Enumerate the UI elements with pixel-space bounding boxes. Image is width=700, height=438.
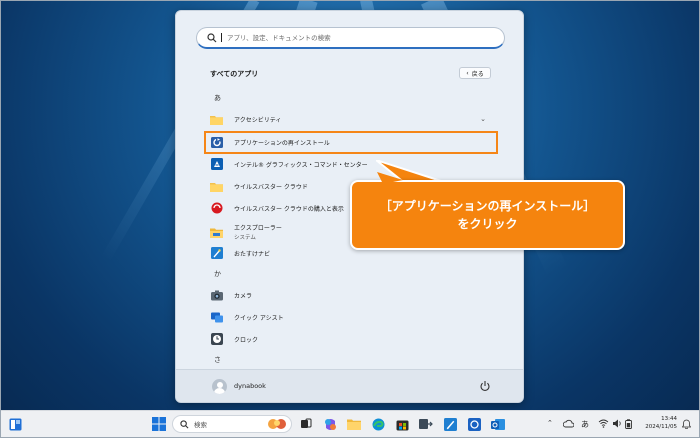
- chevron-left-icon: ‹: [466, 69, 469, 77]
- system-clock[interactable]: 13:44 2024/11/05: [645, 415, 677, 431]
- app-name: カメラ: [234, 292, 253, 300]
- clock-date: 2024/11/05: [645, 424, 677, 430]
- ime-indicator[interactable]: あ: [581, 419, 589, 430]
- store-icon: [396, 420, 408, 430]
- quick-assist-icon: [210, 312, 223, 323]
- dynabook-app-button[interactable]: [466, 416, 482, 432]
- otasuke-navi-button[interactable]: [442, 416, 458, 432]
- text-cursor: [221, 33, 222, 42]
- clock-time: 13:44: [661, 416, 677, 422]
- callout-pointer-join: [377, 172, 403, 184]
- search-highlight-icon: [268, 419, 286, 429]
- back-button[interactable]: ‹ 戻る: [459, 67, 491, 79]
- app-name: インテル® グラフィックス・コマンド・センター: [234, 161, 368, 169]
- app-name: アプリケーションの再インストール: [234, 139, 330, 147]
- start-button[interactable]: [151, 416, 167, 432]
- app-name: おたすけナビ: [234, 250, 271, 258]
- taskbar-search-label: 検索: [194, 421, 207, 429]
- app-name: アクセシビリティ: [234, 116, 282, 124]
- otasuke-navi-icon: [210, 247, 223, 259]
- edge-button[interactable]: [370, 416, 386, 432]
- microsoft-store-button[interactable]: [394, 416, 410, 432]
- start-menu-footer: dynabook: [176, 369, 523, 402]
- edge-icon: [372, 418, 384, 430]
- taskbar: 検索 ⌃ あ 13:44 2024/11/05: [1, 410, 699, 437]
- task-view-button[interactable]: [298, 416, 314, 432]
- file-explorer-icon: [210, 227, 223, 238]
- folder-icon: [210, 181, 223, 192]
- show-hidden-icons[interactable]: ⌃: [547, 419, 553, 427]
- copilot-button[interactable]: [322, 416, 338, 432]
- instruction-callout: ［アプリケーションの再インストール］ をクリック: [350, 180, 625, 250]
- outlook-icon: [491, 418, 505, 430]
- section-letter-sa[interactable]: さ: [214, 355, 221, 365]
- volume-icon[interactable]: [612, 419, 622, 428]
- taskbar-search[interactable]: 検索: [172, 415, 292, 433]
- folder-icon: [210, 114, 223, 125]
- copilot-icon: [324, 418, 336, 430]
- back-button-label: 戻る: [471, 70, 484, 78]
- file-explorer-icon: [347, 419, 361, 430]
- blue-app-icon: [467, 417, 481, 431]
- search-input[interactable]: [227, 33, 497, 42]
- app-name: エクスプローラー: [234, 225, 282, 232]
- app-item-clock[interactable]: クロック: [204, 329, 496, 349]
- outlook-button[interactable]: [490, 416, 506, 432]
- app-item-quick-assist[interactable]: クイック アシスト: [204, 307, 496, 327]
- search-icon: [207, 32, 217, 42]
- app-item-camera[interactable]: カメラ: [204, 285, 496, 305]
- callout-line-2: をクリック: [457, 217, 518, 231]
- app-name: ウイルスバスター クラウドの購入と表示: [234, 205, 344, 213]
- app-button-arrow[interactable]: [418, 416, 434, 432]
- user-name[interactable]: dynabook: [234, 382, 266, 390]
- app-name: クロック: [234, 336, 259, 344]
- section-letter-a[interactable]: あ: [214, 93, 221, 103]
- section-letter-ka[interactable]: か: [214, 269, 221, 279]
- power-icon[interactable]: [479, 380, 491, 392]
- app-item-reinstall-applications[interactable]: アプリケーションの再インストール: [204, 132, 496, 152]
- notification-bell-icon[interactable]: [682, 419, 691, 429]
- camera-icon: [210, 290, 223, 301]
- clock-icon: [210, 333, 223, 345]
- task-view-icon: [301, 418, 312, 428]
- user-avatar[interactable]: [212, 379, 227, 394]
- app-name: クイック アシスト: [234, 314, 284, 322]
- windows-logo-icon: [152, 417, 166, 431]
- search-box[interactable]: [196, 27, 505, 49]
- otasuke-navi-icon: [443, 417, 457, 431]
- app-name: ウイルスバスター クラウド: [234, 183, 308, 191]
- reinstall-app-icon: [210, 136, 223, 148]
- app-launch-icon: [419, 419, 433, 429]
- battery-icon[interactable]: [625, 419, 632, 429]
- app-item-intel-graphics[interactable]: インテル® グラフィックス・コマンド・センター: [204, 154, 496, 174]
- cloud-icon[interactable]: [563, 419, 574, 428]
- widgets-icon: [9, 418, 21, 430]
- wifi-icon[interactable]: [598, 419, 609, 428]
- app-subtitle: システム: [234, 235, 256, 241]
- file-explorer-button[interactable]: [346, 416, 362, 432]
- app-item-accessibility[interactable]: アクセシビリティ ⌄: [204, 109, 496, 129]
- intel-graphics-icon: [210, 158, 223, 170]
- chevron-down-icon: ⌄: [480, 115, 486, 123]
- widgets-button[interactable]: [7, 416, 23, 432]
- callout-line-1: ［アプリケーションの再インストール］: [379, 199, 596, 213]
- all-apps-title: すべてのアプリ: [210, 70, 259, 78]
- search-icon: [180, 419, 189, 428]
- virusbuster-icon: [210, 202, 223, 214]
